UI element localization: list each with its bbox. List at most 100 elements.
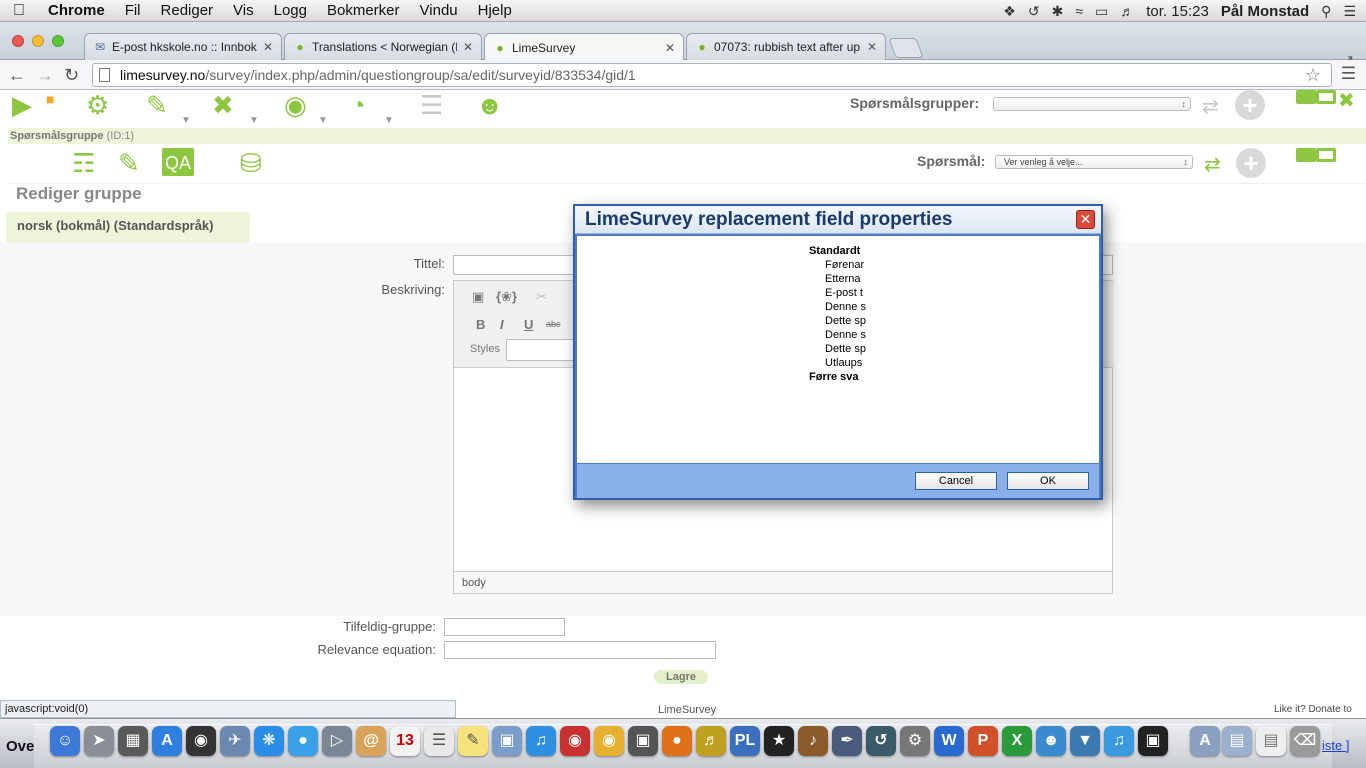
qa-icon[interactable]: QA — [162, 148, 194, 176]
field-option[interactable]: Denne s — [809, 300, 871, 314]
messages-icon[interactable]: ● — [288, 726, 318, 756]
dialog-close-button[interactable]: ✕ — [1076, 210, 1095, 229]
tab-limesurvey[interactable]: ● LimeSurvey ✕ — [484, 33, 684, 61]
italic-icon[interactable]: I — [500, 317, 504, 332]
dropbox-icon[interactable]: ❖ — [1003, 3, 1016, 20]
display-export-icon[interactable]: ◉ — [284, 90, 307, 120]
minimize-panel-icon[interactable] — [1296, 90, 1316, 104]
documents-folder-icon[interactable]: ▤ — [1222, 726, 1252, 756]
finder-icon[interactable]: ☺ — [50, 726, 80, 756]
field-option[interactable]: Etterna — [809, 272, 871, 286]
tab-close-icon[interactable]: ✕ — [463, 40, 473, 54]
terminal-icon[interactable]: ▣ — [1138, 726, 1168, 756]
menu-logg[interactable]: Logg — [264, 2, 317, 19]
back-arrow-icon[interactable]: ← — [8, 65, 26, 86]
pdf-document-icon[interactable]: ▤ — [1256, 726, 1286, 756]
field-option[interactable]: Denne s — [809, 328, 871, 342]
random-group-input[interactable] — [444, 618, 565, 636]
garageband-icon[interactable]: ♪ — [798, 726, 828, 756]
add-group-button[interactable]: + — [1235, 90, 1265, 120]
add-question-icon[interactable]: ☶ — [72, 148, 95, 178]
audio-app-icon[interactable]: ♬ — [696, 726, 726, 756]
chrome-icon[interactable]: ◉ — [594, 726, 624, 756]
launchpad-icon[interactable]: ➤ — [84, 726, 114, 756]
address-bar[interactable]: limesurvey.no /survey/index.php/admin/qu… — [92, 63, 1332, 87]
powerpoint-icon[interactable]: P — [968, 726, 998, 756]
forward-arrow-icon[interactable]: → — [36, 65, 54, 86]
dashboard-icon[interactable]: ◉ — [186, 726, 216, 756]
new-tab-button[interactable] — [888, 38, 924, 58]
pl-app-icon[interactable]: PL — [730, 726, 760, 756]
footer-limesurvey[interactable]: LimeSurvey — [658, 704, 716, 716]
save-button[interactable]: Lagre — [654, 670, 708, 684]
word-icon[interactable]: W — [934, 726, 964, 756]
system-preferences-icon[interactable]: ⚙ — [900, 726, 930, 756]
replacement-field-list[interactable]: Standardt Førenar Etterna E-post t Denne… — [809, 244, 871, 456]
source-icon[interactable]: ▣ — [472, 289, 484, 305]
bookmark-star-icon[interactable]: ☆ — [1305, 65, 1321, 86]
window-minimize-button[interactable] — [32, 35, 44, 47]
menu-rediger[interactable]: Rediger — [151, 2, 224, 19]
menu-hjelp[interactable]: Hjelp — [468, 2, 522, 19]
edit-group-pencil-icon[interactable]: ✎ — [118, 148, 140, 178]
imovie-icon[interactable]: ★ — [764, 726, 794, 756]
contacts-icon[interactable]: @ — [356, 726, 386, 756]
menu-vis[interactable]: Vis — [223, 2, 264, 19]
photo-booth-icon[interactable]: ◉ — [560, 726, 590, 756]
firefox-icon[interactable]: ● — [662, 726, 692, 756]
question-navigate-arrows-icon[interactable]: ⇄ — [1204, 150, 1221, 180]
writing-app-icon[interactable]: ✒ — [832, 726, 862, 756]
volume-icon[interactable]: ♬ — [1120, 3, 1134, 19]
activate-play-icon[interactable]: ▶ — [12, 90, 32, 120]
dock-right-text[interactable]: iste ] — [1322, 738, 1349, 753]
donate-text[interactable]: Like it? Donate to — [1274, 704, 1352, 715]
close-panel-icon[interactable]: ✖ — [1338, 86, 1355, 116]
responses-icon[interactable]: ◔ — [350, 90, 366, 120]
menu-vindu[interactable]: Vindu — [410, 2, 468, 19]
edit-pencil-icon[interactable]: ✎ — [146, 90, 168, 120]
field-option[interactable]: Dette sp — [809, 314, 871, 328]
calendar-icon[interactable]: 13 — [390, 726, 420, 756]
ok-button[interactable]: OK — [1007, 472, 1089, 490]
preview-icon[interactable]: ✈ — [220, 726, 250, 756]
settings-gear-icon[interactable]: ⚙ — [86, 90, 109, 120]
tab-close-icon[interactable]: ✕ — [665, 41, 675, 55]
chrome-menu-icon[interactable]: ☰ — [1341, 64, 1356, 84]
messenger-icon[interactable]: ☻ — [1036, 726, 1066, 756]
spotlight-search-icon[interactable]: ⚲ — [1321, 3, 1331, 20]
time-machine-dock-icon[interactable]: ↺ — [866, 726, 896, 756]
participants-icon[interactable]: ☻ — [476, 90, 503, 120]
mission-control-icon[interactable]: ▦ — [118, 726, 148, 756]
underline-icon[interactable]: U — [524, 317, 533, 332]
facetime-icon[interactable]: ▷ — [322, 726, 352, 756]
wifi-icon[interactable]: ≈ — [1075, 3, 1083, 19]
bluetooth-icon[interactable]: ✱ — [1052, 3, 1064, 20]
tab-bugtracker[interactable]: ● 07073: rubbish text after up ✕ — [686, 33, 886, 60]
menubar-clock[interactable]: tor. 15:23 — [1146, 3, 1209, 20]
replacement-field-icon[interactable]: {❀} — [496, 289, 517, 305]
relevance-equation-input[interactable] — [444, 641, 716, 659]
field-option[interactable]: Førenar — [809, 258, 871, 272]
minimize-group-panel-icon[interactable] — [1296, 148, 1316, 162]
strikethrough-icon[interactable]: abc — [546, 319, 561, 329]
applications-folder-icon[interactable]: A — [1190, 726, 1220, 756]
question-groups-select[interactable] — [993, 97, 1191, 111]
tab-translations[interactable]: ● Translations < Norwegian (N ✕ — [284, 33, 482, 60]
stop-square-icon[interactable]: ■ — [46, 84, 54, 114]
add-question-button[interactable]: + — [1236, 148, 1266, 178]
organize-icon[interactable]: ☰ — [420, 90, 443, 120]
menubar-user[interactable]: Pål Monstad — [1221, 3, 1309, 20]
cut-icon[interactable]: ✂ — [536, 289, 547, 305]
field-option[interactable]: E-post t — [809, 286, 871, 300]
maximize-panel-icon[interactable] — [1316, 90, 1336, 104]
tab-close-icon[interactable]: ✕ — [263, 40, 273, 54]
cancel-button[interactable]: Cancel — [915, 472, 997, 490]
photo-icon[interactable]: ▣ — [492, 726, 522, 756]
apple-icon[interactable]:  — [0, 2, 38, 20]
styles-select[interactable] — [506, 339, 576, 361]
export-group-icon[interactable]: ⛁ — [240, 148, 262, 178]
bold-icon[interactable]: B — [476, 317, 485, 332]
navigate-arrows-icon[interactable]: ⇄ — [1202, 92, 1219, 122]
safari-icon[interactable]: ❋ — [254, 726, 284, 756]
menu-app-name[interactable]: Chrome — [38, 2, 115, 19]
